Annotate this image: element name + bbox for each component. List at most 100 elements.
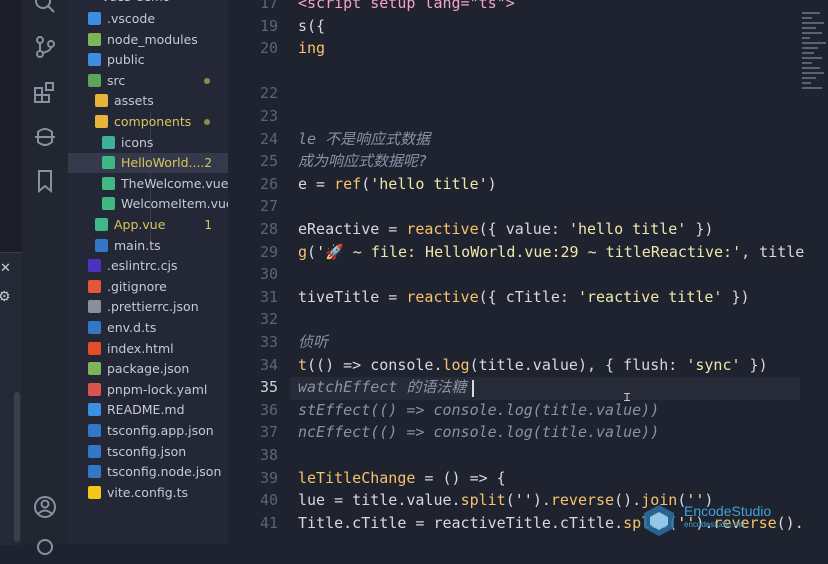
line-number: 34 bbox=[259, 355, 278, 374]
line-number: 40 bbox=[259, 491, 278, 510]
code-line[interactable]: ing bbox=[298, 37, 325, 60]
tree-item-readme[interactable]: README.md bbox=[68, 400, 228, 420]
line-number: 27 bbox=[259, 197, 278, 216]
code-editor[interactable]: 17 19 20 22 23 24 25 26 27 28 29 30 31 32 33 34 35 36 37 38… bbox=[228, 0, 828, 544]
line-number: 32 bbox=[259, 310, 278, 329]
tree-item-icons[interactable]: icons bbox=[68, 133, 228, 153]
code-line[interactable]: tiveTitle = reactive({ cTitle: 'reactive… bbox=[298, 286, 750, 309]
tree-item-label: env.d.ts bbox=[107, 320, 157, 335]
minimap[interactable] bbox=[800, 0, 828, 120]
code-line[interactable]: stEffect(() => console.log(title.value)) bbox=[298, 399, 659, 422]
tree-item-gitignore[interactable]: .gitignore bbox=[68, 277, 228, 297]
vue-file-icon bbox=[102, 197, 115, 211]
run-debug-icon[interactable] bbox=[32, 124, 58, 150]
minimap-line bbox=[802, 72, 824, 74]
problem-count-badge: 1 bbox=[204, 218, 212, 232]
tree-item-label: index.html bbox=[107, 340, 174, 356]
eslint-file-icon bbox=[88, 259, 101, 273]
folder-vscode-icon bbox=[88, 12, 101, 25]
vue-file-icon bbox=[102, 156, 115, 170]
folder-assets-icon bbox=[95, 94, 108, 108]
tree-item-prettierrc[interactable]: .prettierrc.json bbox=[68, 297, 228, 317]
tree-item-label: WelcomeItem.vue bbox=[121, 196, 228, 212]
line-number: 24 bbox=[259, 129, 278, 148]
minimap-line bbox=[802, 87, 822, 89]
code-line[interactable]: 成为响应式数据呢? bbox=[298, 150, 427, 173]
tree-item-package[interactable]: package.json bbox=[68, 359, 228, 379]
tree-item-tsconfignode[interactable]: tsconfig.node.json bbox=[68, 462, 228, 482]
tree-item-vite[interactable]: vite.config.ts bbox=[68, 483, 228, 503]
code-line[interactable]: e = ref('hello title') bbox=[298, 173, 497, 196]
git-file-icon bbox=[88, 279, 101, 293]
tree-item-index[interactable]: index.html bbox=[68, 339, 228, 359]
account-icon[interactable] bbox=[32, 494, 58, 520]
modified-dot-icon bbox=[204, 119, 210, 125]
manage-gear-icon[interactable] bbox=[32, 534, 58, 560]
code-line[interactable]: le 不是响应式数据 bbox=[298, 128, 430, 151]
line-number: 17 bbox=[259, 0, 278, 12]
folder-icons-icon bbox=[102, 135, 115, 149]
npm-file-icon bbox=[88, 362, 101, 376]
tree-item-thewelcome[interactable]: TheWelcome.vue bbox=[68, 174, 228, 194]
tree-item-welcomeitem[interactable]: WelcomeItem.vue bbox=[68, 194, 228, 214]
tree-item-envd[interactable]: env.d.ts bbox=[68, 318, 228, 338]
code-line[interactable]: s({ bbox=[298, 15, 325, 38]
tree-item-label: README.md bbox=[107, 402, 185, 418]
tree-item-label: .eslintrc.cjs bbox=[107, 258, 178, 274]
line-number: 23 bbox=[259, 107, 278, 125]
minimap-line bbox=[802, 62, 812, 64]
code-line[interactable]: <script setup lang="ts"> bbox=[298, 0, 515, 15]
code-line[interactable]: ncEffect(() => console.log(title.value)) bbox=[298, 421, 659, 444]
source-control-icon[interactable] bbox=[32, 34, 58, 60]
outer-scrollbar[interactable] bbox=[14, 392, 20, 542]
watermark-logo-icon bbox=[641, 503, 677, 537]
tree-item-eslintrc[interactable]: .eslintrc.cjs bbox=[68, 256, 228, 276]
line-number: 26 bbox=[259, 174, 278, 193]
close-icon[interactable]: ✕ bbox=[0, 262, 12, 276]
tree-item-public[interactable]: public bbox=[68, 50, 228, 70]
tree-item-node_modules[interactable]: node_modules bbox=[68, 30, 228, 50]
gear-icon[interactable]: ⚙ bbox=[0, 290, 12, 304]
html-file-icon bbox=[88, 341, 101, 355]
tree-item-main[interactable]: main.ts bbox=[68, 236, 228, 256]
tree-item-label: TheWelcome.vue bbox=[121, 175, 228, 191]
code-line[interactable]: 侦听 bbox=[298, 331, 328, 354]
tree-item-vscode[interactable]: .vscode bbox=[68, 9, 228, 29]
bookmark-icon[interactable] bbox=[32, 168, 58, 194]
minimap-line bbox=[802, 22, 824, 24]
tree-item-label: .prettierrc.json bbox=[107, 299, 199, 315]
explorer-panel: vue3-demo .vscode node_modulespublic src as… bbox=[68, 0, 228, 544]
tree-item-label: src bbox=[107, 72, 126, 88]
minimap-line bbox=[802, 42, 826, 44]
tree-item-app[interactable]: App.vue 1 bbox=[68, 215, 228, 235]
tree-item-label: tsconfig.node.json bbox=[107, 464, 222, 480]
code-line[interactable]: eReactive = reactive({ value: 'hello tit… bbox=[298, 218, 713, 241]
tree-item-src[interactable]: src bbox=[68, 71, 228, 91]
code-line[interactable]: leTitleChange = () => { bbox=[298, 467, 506, 490]
line-number: 28 bbox=[259, 220, 278, 238]
tree-item-tsconfigapp[interactable]: tsconfig.app.json bbox=[68, 421, 228, 441]
tree-item-label: vite.config.ts bbox=[107, 484, 189, 500]
tree-item-components[interactable]: components bbox=[68, 112, 228, 132]
tree-item-helloworld[interactable]: HelloWorld.... 2 bbox=[68, 153, 228, 174]
minimap-line bbox=[802, 47, 818, 49]
code-line[interactable]: watchEffect 的语法糖 bbox=[298, 376, 466, 399]
minimap-line bbox=[802, 17, 812, 19]
info-file-icon bbox=[88, 403, 101, 417]
minimap-line bbox=[802, 12, 820, 14]
tree-item-label: assets bbox=[114, 93, 154, 109]
tree-item-pnpmlock[interactable]: pnpm-lock.yaml bbox=[68, 380, 228, 400]
code-line[interactable]: t(() => console.log(title.value), { flus… bbox=[298, 354, 768, 377]
tree-item-tsconfig[interactable]: tsconfig.json bbox=[68, 442, 228, 462]
code-line[interactable]: g('🚀 ~ file: HelloWorld.vue:29 ~ titleRe… bbox=[298, 241, 804, 264]
tree-item-label: .vscode bbox=[107, 11, 156, 26]
line-number: 31 bbox=[259, 287, 278, 306]
search-icon[interactable] bbox=[32, 0, 58, 16]
line-number: 20 bbox=[259, 39, 278, 58]
line-number: 19 bbox=[259, 16, 278, 35]
extensions-icon[interactable] bbox=[32, 80, 58, 106]
folder-node-icon bbox=[88, 32, 101, 46]
tsconfig-file-icon bbox=[88, 424, 101, 437]
tree-item-assets[interactable]: assets bbox=[68, 91, 228, 111]
project-folder-title[interactable]: vue3-demo bbox=[102, 0, 170, 6]
